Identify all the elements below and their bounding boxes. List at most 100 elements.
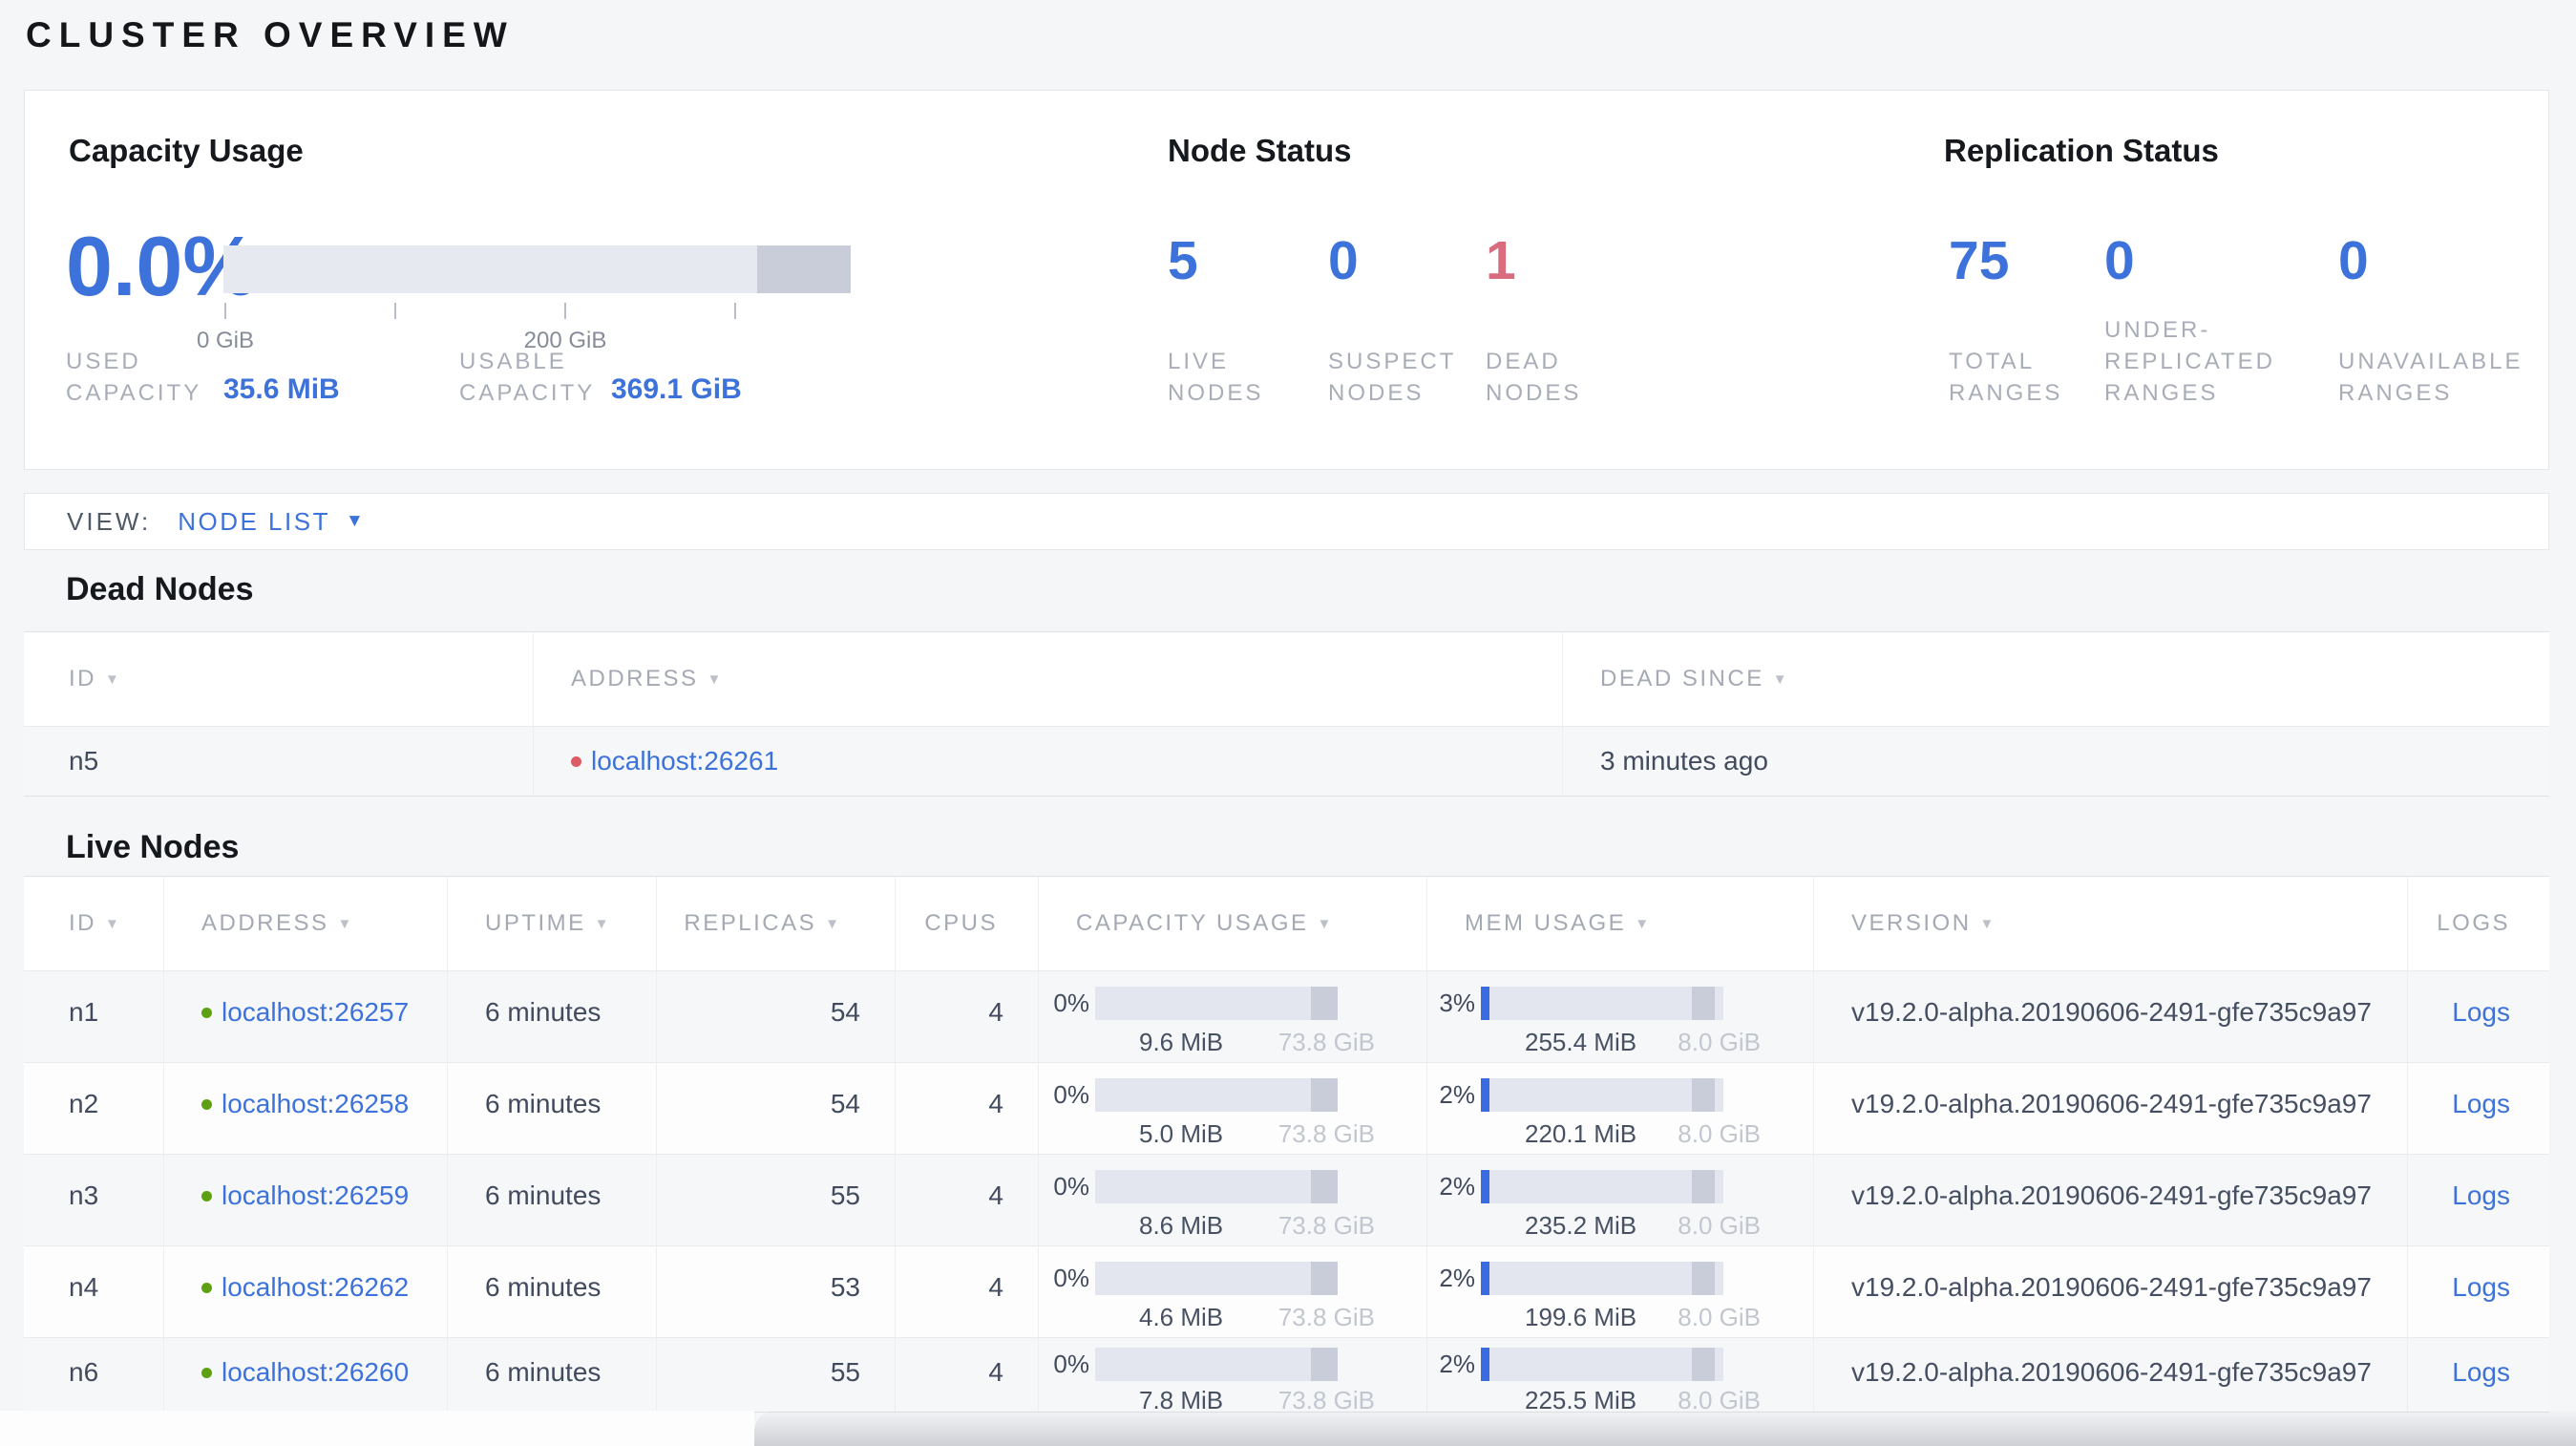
logs-link[interactable]: Logs (2452, 1089, 2510, 1118)
capacity-total-value: 73.8 GiB (1277, 1211, 1375, 1240)
table-row: n1 localhost:26257 6 minutes 54 4 0% 9.6… (24, 970, 2549, 1062)
column-header-logs: LOGS (2437, 910, 2510, 936)
logs-link[interactable]: Logs (2452, 1180, 2510, 1210)
node-id-cell: n1 (24, 971, 164, 1062)
capacity-usage-bar (1095, 1262, 1338, 1295)
column-header-replicas[interactable]: REPLICAS ▼ (657, 877, 896, 970)
cpus-cell: 4 (896, 1155, 1039, 1245)
chevron-down-icon[interactable]: ▼ (346, 511, 364, 532)
column-header-address[interactable]: ADDRESS ▼ (534, 632, 1563, 726)
view-selector-bar: VIEW: NODE LIST ▼ (24, 493, 2549, 550)
live-nodes-label: LIVE NODES (1168, 349, 1264, 406)
column-header-capacity-usage[interactable]: CAPACITY USAGE ▼ (1039, 877, 1427, 970)
column-header-uptime[interactable]: UPTIME ▼ (448, 877, 657, 970)
version-cell: v19.2.0-alpha.20190606-2491-gfe735c9a97 (1814, 1246, 2408, 1337)
sort-arrow-icon: ▼ (105, 915, 119, 932)
table-row: n5 localhost:26261 3 minutes ago (24, 726, 2549, 796)
under-replicated-ranges-label: UNDER- REPLICATED RANGES (2104, 317, 2275, 406)
page-title: CLUSTER OVERVIEW (26, 15, 515, 54)
mem-used-value: 199.6 MiB (1525, 1303, 1637, 1331)
mem-used-value: 225.5 MiB (1525, 1386, 1637, 1412)
view-label: VIEW: (67, 506, 152, 536)
capacity-usage-bar (223, 245, 851, 293)
bottom-edge-shadow (754, 1411, 2576, 1446)
node-address-link[interactable]: localhost:26259 (222, 1180, 409, 1210)
mem-used-value: 255.4 MiB (1525, 1028, 1637, 1056)
live-nodes-heading: Live Nodes (66, 829, 240, 865)
node-address-cell: localhost:26261 (534, 727, 1563, 796)
column-header-cpus[interactable]: CPUS (896, 877, 1039, 970)
node-id-cell: n3 (24, 1155, 164, 1245)
node-live-status-icon (201, 1008, 212, 1018)
dead-nodes-count: 1 (1486, 230, 1516, 291)
node-address-link[interactable]: localhost:26257 (222, 997, 409, 1027)
node-live-status-icon (201, 1099, 212, 1110)
node-address-link[interactable]: localhost:26262 (222, 1272, 409, 1302)
node-address-link[interactable]: localhost:26258 (222, 1089, 409, 1118)
table-row: n4 localhost:26262 6 minutes 53 4 0% 4.6… (24, 1245, 2549, 1337)
node-id-cell: n6 (24, 1338, 164, 1412)
uptime-cell: 6 minutes (448, 1246, 657, 1337)
replicas-cell: 54 (657, 1063, 896, 1154)
usable-capacity-value: 369.1 GiB (611, 373, 742, 405)
dead-nodes-stat: 1 DEAD NODES (1486, 230, 1578, 409)
replicas-cell: 53 (657, 1246, 896, 1337)
capacity-used-value: 8.6 MiB (1139, 1211, 1224, 1240)
node-address-cell: localhost:26257 (164, 971, 448, 1062)
mem-usage-cell: 2% 225.5 MiB 8.0 GiB (1427, 1338, 1814, 1412)
suspect-nodes-label: SUSPECT NODES (1328, 349, 1457, 406)
mem-usage-cell: 2% 199.6 MiB 8.0 GiB (1427, 1246, 1814, 1337)
mem-percent: 2% (1439, 1350, 1475, 1378)
column-header-mem-usage[interactable]: MEM USAGE ▼ (1427, 877, 1814, 970)
view-dropdown[interactable]: NODE LIST (178, 507, 330, 537)
node-address-cell: localhost:26258 (164, 1063, 448, 1154)
suspect-nodes-stat: 0 SUSPECT NODES (1328, 230, 1453, 409)
under-replicated-ranges-stat: 0 UNDER- REPLICATED RANGES (2104, 230, 2272, 409)
logs-cell: Logs (2408, 971, 2549, 1062)
column-header-dead-since[interactable]: DEAD SINCE ▼ (1563, 632, 2549, 726)
sort-arrow-icon: ▼ (1772, 670, 1787, 688)
under-replicated-ranges-count: 0 (2104, 230, 2135, 291)
usable-capacity-label: USABLE CAPACITY (459, 349, 596, 406)
capacity-usage-bar (1095, 1078, 1338, 1112)
used-capacity-label: USED CAPACITY (66, 349, 202, 406)
total-ranges-count: 75 (1949, 230, 2010, 291)
logs-cell: Logs (2408, 1338, 2549, 1412)
capacity-usage-cell: 0% 7.8 MiB 73.8 GiB (1039, 1338, 1427, 1412)
mem-total-value: 8.0 GiB (1678, 1119, 1761, 1148)
logs-link[interactable]: Logs (2452, 1357, 2510, 1387)
capacity-used-value: 5.0 MiB (1139, 1119, 1224, 1148)
capacity-percent: 0% (1053, 1264, 1089, 1292)
sort-arrow-icon: ▼ (707, 670, 722, 688)
logs-link[interactable]: Logs (2452, 997, 2510, 1027)
mem-usage-bar (1481, 1348, 1723, 1381)
column-header-id[interactable]: ID ▼ (24, 632, 534, 726)
table-row: n6 localhost:26260 6 minutes 55 4 0% 7.8… (24, 1337, 2549, 1412)
node-dead-status-icon (571, 756, 581, 767)
mem-usage-bar (1481, 1262, 1723, 1295)
cpus-cell: 4 (896, 1246, 1039, 1337)
uptime-cell: 6 minutes (448, 1063, 657, 1154)
mem-percent: 2% (1439, 1264, 1475, 1292)
sort-arrow-icon: ▼ (1317, 915, 1332, 932)
table-row: n3 localhost:26259 6 minutes 55 4 0% 8.6… (24, 1154, 2549, 1245)
mem-total-value: 8.0 GiB (1678, 1386, 1761, 1412)
mem-percent: 2% (1439, 1172, 1475, 1201)
node-address-cell: localhost:26262 (164, 1246, 448, 1337)
node-address-link[interactable]: localhost:26261 (591, 746, 778, 776)
dead-nodes-label: DEAD NODES (1486, 349, 1582, 406)
column-header-id[interactable]: ID ▼ (24, 877, 164, 970)
column-header-address[interactable]: ADDRESS ▼ (164, 877, 448, 970)
live-nodes-stat: 5 LIVE NODES (1168, 234, 1260, 409)
column-header-version[interactable]: VERSION ▼ (1814, 877, 2408, 970)
total-ranges-label: TOTAL RANGES (1949, 349, 2063, 406)
mem-usage-bar (1481, 987, 1723, 1020)
capacity-total-value: 73.8 GiB (1277, 1386, 1375, 1412)
capacity-total-value: 73.8 GiB (1277, 1028, 1375, 1056)
uptime-cell: 6 minutes (448, 1155, 657, 1245)
node-address-link[interactable]: localhost:26260 (222, 1357, 409, 1387)
logs-link[interactable]: Logs (2452, 1272, 2510, 1302)
dead-since-cell: 3 minutes ago (1600, 746, 1768, 776)
capacity-usage-bar (1095, 1348, 1338, 1381)
suspect-nodes-count: 0 (1328, 230, 1359, 291)
